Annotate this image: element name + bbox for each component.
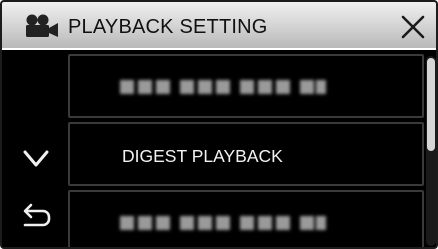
close-x-icon xyxy=(401,15,425,39)
return-arrow-icon xyxy=(23,203,51,227)
lcd-screen: PLAYBACK SETTING DIGEST PLAYBACK xyxy=(0,0,438,249)
scroll-down-button[interactable] xyxy=(10,134,62,182)
menu-list: DIGEST PLAYBACK xyxy=(68,52,424,247)
obscured-label-graphic xyxy=(118,213,330,233)
scrollbar-thumb[interactable] xyxy=(427,58,435,151)
menu-item-label: DIGEST PLAYBACK xyxy=(122,146,283,166)
menu-item-digest-playback[interactable]: DIGEST PLAYBACK xyxy=(68,122,424,186)
menu-item-blurred-bottom[interactable] xyxy=(68,190,424,247)
close-button[interactable] xyxy=(390,8,434,44)
obscured-label-graphic xyxy=(118,77,330,97)
movie-camera-icon xyxy=(23,14,59,38)
scrollbar[interactable] xyxy=(426,56,436,246)
header-bar: PLAYBACK SETTING xyxy=(2,2,436,50)
page-title: PLAYBACK SETTING xyxy=(68,16,268,38)
back-button[interactable] xyxy=(10,194,62,242)
chevron-down-icon xyxy=(23,150,49,167)
control-column xyxy=(2,52,68,247)
menu-item-blurred-top[interactable] xyxy=(68,54,424,118)
